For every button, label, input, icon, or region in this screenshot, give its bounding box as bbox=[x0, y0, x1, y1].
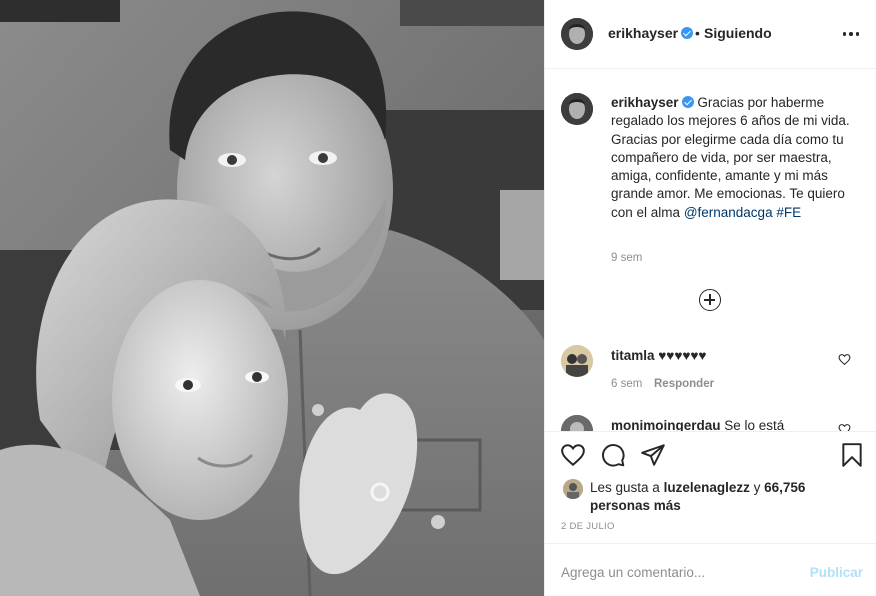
caption-text: Gracias por haberme regalado los mejores… bbox=[611, 95, 850, 220]
comment-avatar[interactable] bbox=[561, 345, 593, 377]
following-button[interactable]: Siguiendo bbox=[704, 25, 772, 41]
caption-mention-link[interactable]: @fernandacga bbox=[684, 205, 773, 220]
verified-badge-icon bbox=[681, 27, 694, 39]
post-header: erikhayser • Siguiendo bbox=[545, 0, 876, 69]
plus-circle-icon[interactable] bbox=[699, 289, 721, 311]
likes-prefix: Les gusta a bbox=[590, 480, 660, 495]
author-username[interactable]: erikhayser bbox=[608, 25, 694, 41]
caption-hashtag-link[interactable]: #FE bbox=[776, 205, 801, 220]
comments-section: erikhayser Gracias por haberme regalado … bbox=[545, 69, 876, 431]
reply-button[interactable]: Responder bbox=[654, 378, 714, 390]
verified-badge-icon bbox=[681, 96, 694, 108]
comment-like-heart-icon[interactable] bbox=[838, 353, 851, 366]
author-avatar[interactable] bbox=[561, 18, 593, 50]
comment-body: titamla ♥♥♥♥♥♥ bbox=[611, 348, 706, 363]
post-date[interactable]: 2 DE JULIO bbox=[561, 521, 615, 532]
more-options-icon[interactable] bbox=[839, 22, 863, 46]
comment-like-heart-icon[interactable] bbox=[838, 423, 851, 431]
add-comment-bar: Agrega un comentario... Publicar bbox=[545, 543, 876, 596]
comment-icon[interactable] bbox=[600, 442, 626, 468]
post-photo[interactable] bbox=[0, 0, 544, 596]
caption-username[interactable]: erikhayser bbox=[611, 95, 679, 110]
comment-input[interactable]: Agrega un comentario... bbox=[561, 565, 705, 580]
caption-avatar[interactable] bbox=[561, 93, 593, 125]
liker-avatar[interactable] bbox=[563, 479, 583, 499]
comment-time[interactable]: 6 sem bbox=[611, 378, 642, 390]
heart-icon[interactable] bbox=[560, 442, 586, 468]
comment-text: ♥♥♥♥♥♥ bbox=[658, 348, 707, 363]
comment-text: Se lo está bbox=[724, 418, 785, 431]
publish-button[interactable]: Publicar bbox=[810, 565, 863, 580]
share-icon[interactable] bbox=[640, 442, 666, 468]
instagram-post-view: erikhayser • Siguiendo erikhayser Gracia… bbox=[0, 0, 876, 596]
likes-joiner: y bbox=[753, 480, 761, 495]
likes-summary: Les gusta a luzelenaglezz y 66,756 perso… bbox=[590, 479, 865, 515]
post-caption: erikhayser Gracias por haberme regalado … bbox=[611, 94, 861, 222]
post-actions: Les gusta a luzelenaglezz y 66,756 perso… bbox=[545, 431, 876, 543]
post-details-panel: erikhayser • Siguiendo erikhayser Gracia… bbox=[544, 0, 876, 596]
comment-username[interactable]: monimoingerdau bbox=[611, 418, 721, 431]
liker-username[interactable]: luzelenaglezz bbox=[664, 480, 750, 495]
comment-avatar[interactable] bbox=[561, 415, 593, 431]
author-username-text[interactable]: erikhayser bbox=[608, 25, 678, 41]
bookmark-icon[interactable] bbox=[839, 442, 865, 468]
comment-username[interactable]: titamla bbox=[611, 348, 655, 363]
header-separator: • bbox=[695, 25, 700, 41]
couple-selfie-photo bbox=[0, 0, 544, 596]
caption-time[interactable]: 9 sem bbox=[611, 252, 642, 264]
comment-body: monimoingerdau Se lo está bbox=[611, 418, 784, 431]
